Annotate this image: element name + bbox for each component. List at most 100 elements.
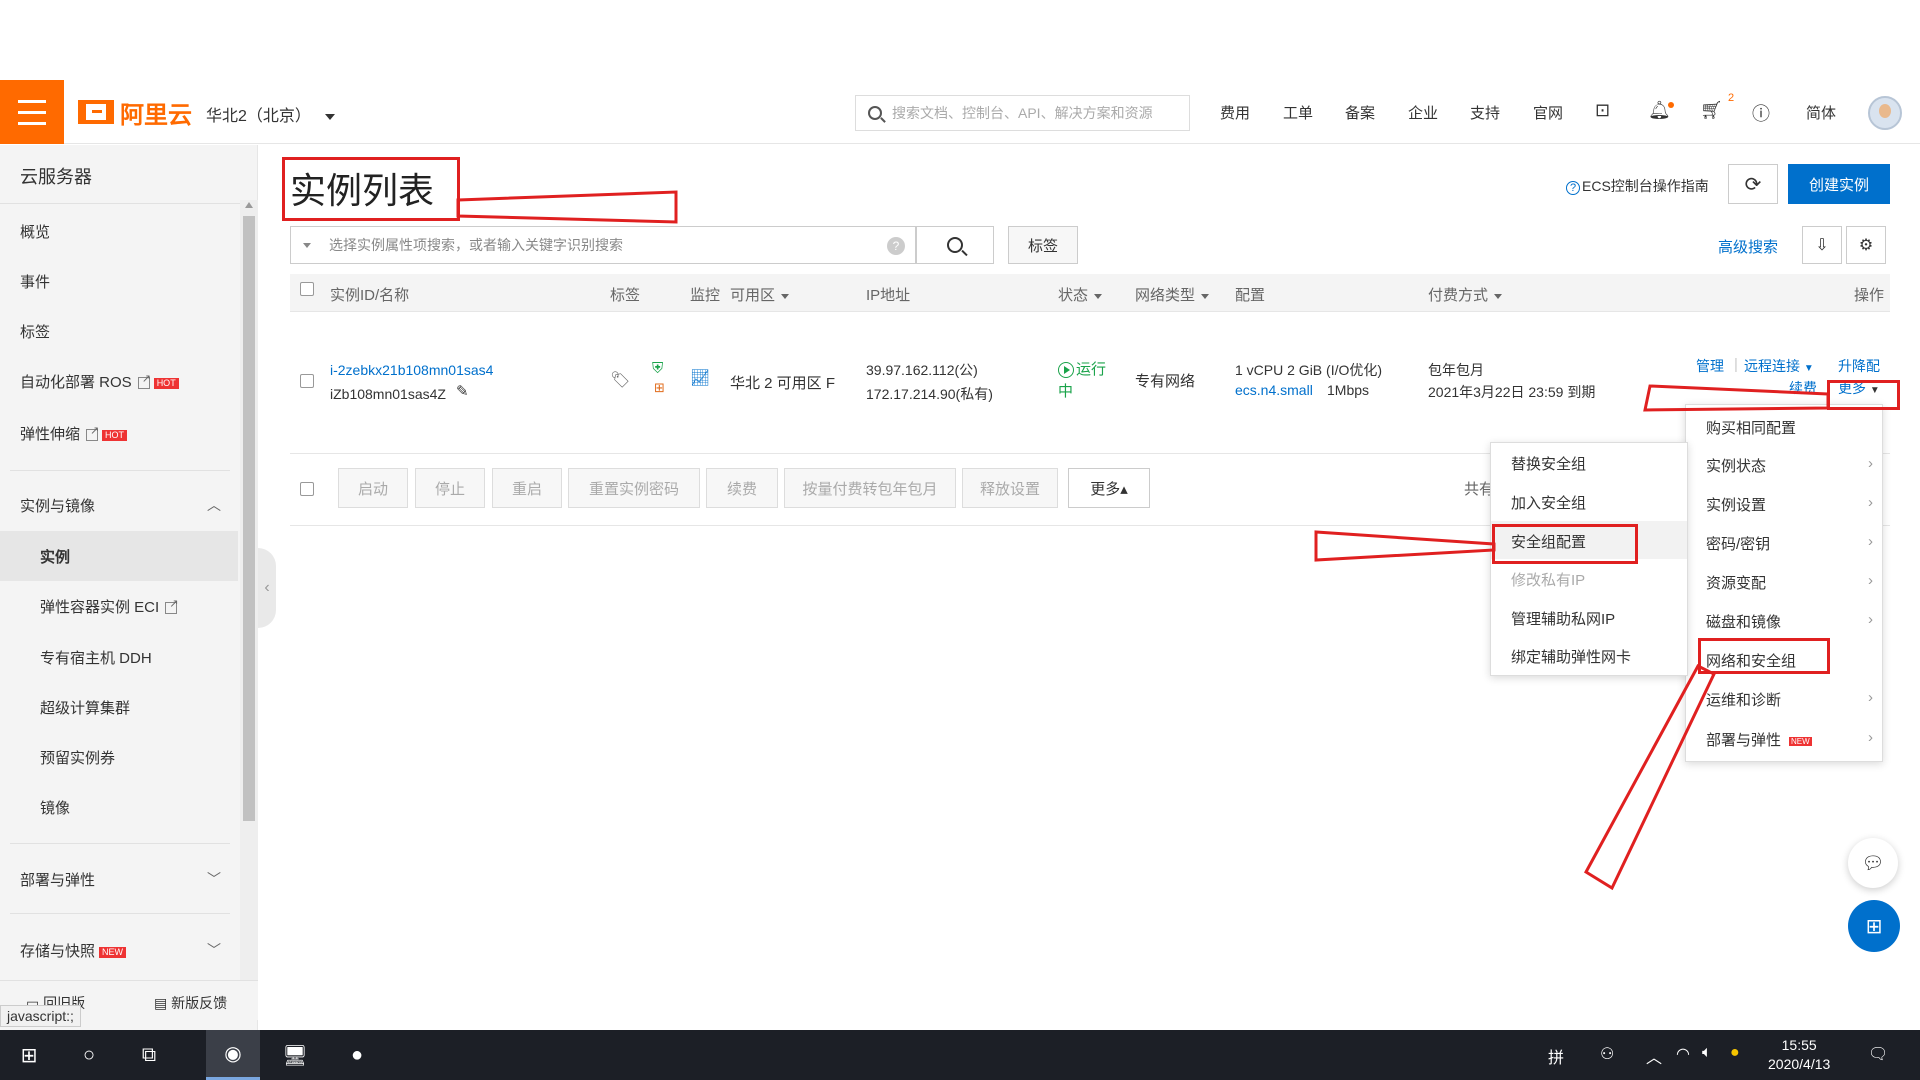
nav-ticket[interactable]: 工单 (1283, 102, 1313, 123)
manage-link[interactable]: 管理 (1696, 356, 1724, 376)
monitor-chart-icon[interactable]: 📈︎ (690, 368, 710, 388)
refresh-button[interactable]: ⟳ (1728, 164, 1778, 204)
nav-billing[interactable]: 费用 (1220, 102, 1250, 123)
avatar[interactable] (1868, 96, 1902, 130)
menu-item-sg-config[interactable]: 安全组配置 (1511, 531, 1586, 552)
help-icon[interactable]: ? (887, 237, 905, 255)
menu-item-instance-settings[interactable]: 实例设置 (1706, 494, 1766, 515)
col-billing[interactable]: 付费方式 (1428, 284, 1503, 305)
system-clock[interactable]: 15:55 2020/4/13 (1768, 1036, 1830, 1074)
convert-billing-button[interactable]: 按量付费转包年包月 (784, 468, 956, 508)
volume-icon[interactable]: 🔈︎ (1702, 1044, 1712, 1062)
create-instance-button[interactable]: 创建实例 (1788, 164, 1890, 204)
reset-password-button[interactable]: 重置实例密码 (568, 468, 700, 508)
col-status[interactable]: 状态 (1058, 284, 1103, 305)
cortana-search-icon[interactable]: ○ (62, 1030, 116, 1080)
sidebar-item-instances[interactable]: 实例 (40, 546, 70, 567)
menu-item-deploy-elastic[interactable]: 部署与弹性 NEW (1706, 729, 1812, 750)
sidebar-collapse-handle[interactable]: ‹ (258, 548, 276, 628)
sidebar-group-storage[interactable]: 存储与快照 NEW (20, 940, 127, 961)
row-checkbox[interactable] (300, 374, 314, 388)
menu-item-buy-same[interactable]: 购买相同配置 (1706, 417, 1796, 438)
bulk-more-button[interactable]: 更多▴ (1068, 468, 1150, 508)
chrome-icon[interactable]: ◉ (206, 1030, 260, 1080)
sidebar-item-ddh[interactable]: 专有宿主机 DDH (40, 647, 152, 668)
tag-filter-button[interactable]: 标签 (1008, 226, 1078, 264)
menu-item-secondary-private-ip[interactable]: 管理辅助私网IP (1511, 608, 1615, 629)
more-actions-link[interactable]: 更多 ▼ (1838, 378, 1880, 398)
people-icon[interactable]: ⚇ (1600, 1044, 1614, 1064)
search-button[interactable] (916, 226, 994, 264)
windows-start-icon[interactable]: ⊞ (2, 1030, 56, 1080)
instance-type-link[interactable]: ecs.n4.small (1235, 382, 1313, 398)
remote-connect-link[interactable]: 远程连接 ▼ (1744, 356, 1814, 376)
tag-icon[interactable]: 🏷︎ (610, 370, 630, 390)
bulk-select-checkbox[interactable] (300, 482, 314, 496)
nav-icp[interactable]: 备案 (1345, 102, 1375, 123)
global-search-input[interactable]: 搜索文档、控制台、API、解决方案和资源 (855, 95, 1190, 131)
menu-item-disk-image[interactable]: 磁盘和镜像 (1706, 611, 1781, 632)
sidebar-group-instances-images[interactable]: 实例与镜像 (20, 495, 95, 516)
menu-item-ops-diagnosis[interactable]: 运维和诊断 (1706, 689, 1781, 710)
menu-item-instance-status[interactable]: 实例状态 (1706, 455, 1766, 476)
task-view-icon[interactable]: ⧉ (122, 1030, 176, 1080)
sidebar-item-images[interactable]: 镜像 (40, 797, 70, 818)
col-zone[interactable]: 可用区 (730, 284, 790, 305)
sidebar-item-tags[interactable]: 标签 (20, 321, 50, 342)
tray-expand-icon[interactable]: ︿ (1646, 1044, 1662, 1068)
export-button[interactable]: ⇩ (1802, 226, 1842, 264)
menu-item-join-sg[interactable]: 加入安全组 (1511, 492, 1586, 513)
sidebar-scrollbar[interactable] (240, 200, 258, 980)
feedback-link[interactable]: ▤ 新版反馈 (154, 993, 227, 1013)
notification-center-icon[interactable]: 🗨︎ (1868, 1044, 1888, 1064)
menu-item-network-security[interactable]: 网络和安全组 (1706, 650, 1796, 671)
nav-enterprise[interactable]: 企业 (1408, 102, 1438, 123)
network-app-icon[interactable]: 🖥︎ (268, 1030, 322, 1080)
scrollbar-thumb[interactable] (243, 216, 255, 821)
instance-id-link[interactable]: i-2zebkx21b108mn01sas4 (330, 362, 493, 378)
menu-item-password-key[interactable]: 密码/密钥 (1706, 533, 1770, 554)
chat-icon[interactable]: 💬︎ (1848, 838, 1898, 888)
sidebar-item-ros[interactable]: 自动化部署 ROS HOT (20, 371, 179, 392)
restart-button[interactable]: 重启 (492, 468, 562, 508)
console-guide-link[interactable]: ? ECS控制台操作指南 (1566, 176, 1709, 196)
renew-link[interactable]: 续费 (1789, 378, 1817, 398)
select-all-checkbox[interactable] (300, 282, 314, 296)
sidebar-item-events[interactable]: 事件 (20, 271, 50, 292)
edit-name-icon[interactable]: ✎ (456, 382, 469, 400)
sidebar-group-deploy[interactable]: 部署与弹性 (20, 869, 95, 890)
menu-item-replace-sg[interactable]: 替换安全组 (1511, 453, 1586, 474)
help-icon[interactable]: ⓘ (1752, 100, 1770, 126)
language-switch[interactable]: 简体 (1806, 102, 1836, 123)
input-method-icon[interactable]: 拼 (1548, 1044, 1564, 1068)
instance-filter-input[interactable]: 选择实例属性项搜索，或者输入关键字识别搜索 ? (290, 226, 916, 264)
terminal-icon[interactable]: ⊡ (1595, 100, 1610, 121)
sidebar-item-overview[interactable]: 概览 (20, 221, 50, 242)
sidebar-item-eci[interactable]: 弹性容器实例 ECI (40, 596, 178, 617)
sidebar-item-scc[interactable]: 超级计算集群 (40, 697, 130, 718)
scroll-up-icon[interactable] (245, 202, 253, 208)
menu-item-modify-private-ip[interactable]: 修改私有IP (1511, 569, 1585, 590)
col-network[interactable]: 网络类型 (1135, 284, 1210, 305)
stop-button[interactable]: 停止 (415, 468, 485, 508)
advanced-search-link[interactable]: 高级搜索 (1718, 236, 1778, 257)
sidebar-item-autoscaling[interactable]: 弹性伸缩 HOT (20, 423, 128, 444)
menu-icon[interactable] (0, 80, 64, 144)
region-selector[interactable]: 华北2（北京） (206, 102, 335, 126)
renew-button[interactable]: 续费 (706, 468, 778, 508)
upgrade-link[interactable]: 升降配 (1838, 356, 1880, 376)
menu-item-resize[interactable]: 资源变配 (1706, 572, 1766, 593)
aliyun-logo[interactable]: 阿里云 (78, 98, 192, 129)
wifi-icon[interactable]: ◠ (1676, 1044, 1690, 1064)
apps-grid-icon[interactable]: ⊞ (1848, 900, 1900, 952)
release-settings-button[interactable]: 释放设置 (962, 468, 1058, 508)
start-button[interactable]: 启动 (338, 468, 408, 508)
cart-icon[interactable]: 🛒︎ (1700, 100, 1723, 121)
nav-support[interactable]: 支持 (1470, 102, 1500, 123)
security-app-icon[interactable]: ● (1730, 1044, 1740, 1062)
nav-website[interactable]: 官网 (1533, 102, 1563, 123)
menu-item-bind-eni[interactable]: 绑定辅助弹性网卡 (1511, 646, 1631, 667)
shield-icon[interactable]: ⛨ (652, 360, 663, 377)
settings-button[interactable]: ⚙ (1846, 226, 1886, 264)
app-balloon-icon[interactable]: ● (330, 1030, 384, 1080)
